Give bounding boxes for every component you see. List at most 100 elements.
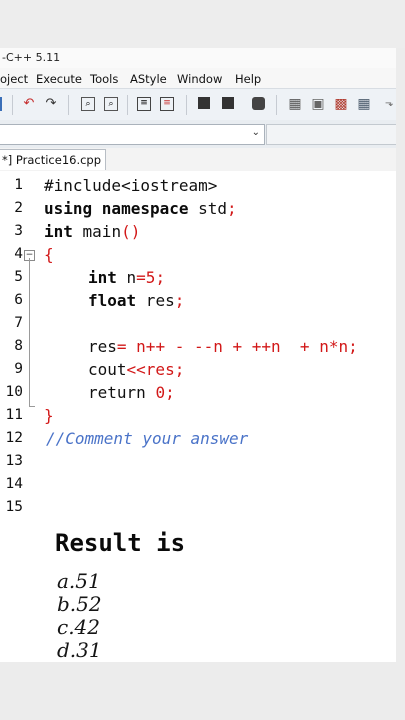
operator: =5; <box>136 268 166 287</box>
toolbar-separator <box>127 95 128 115</box>
window-title: -C++ 5.11 <box>2 51 61 64</box>
grid-icon[interactable]: ▦ <box>288 97 302 111</box>
keyword: using namespace <box>44 199 189 218</box>
combo-row: ⌄ <box>0 120 396 149</box>
line-number: 15 <box>5 499 23 515</box>
background-top <box>0 0 405 48</box>
code-text: int n=5; <box>88 267 165 289</box>
code-text: int main() <box>44 221 140 243</box>
line-number: 6 <box>14 292 23 308</box>
code-line: 10 return 0; <box>0 382 396 404</box>
class-selector[interactable] <box>266 124 396 145</box>
compile-run-icon[interactable] <box>198 97 210 109</box>
code-text: { <box>44 245 54 264</box>
comment-text: //Comment your answer <box>46 429 249 448</box>
line-number: 2 <box>14 200 23 216</box>
line-number: 3 <box>14 223 23 239</box>
line-number: 7 <box>14 315 23 331</box>
keyword: int <box>88 268 117 287</box>
code-line: 14 <box>0 474 396 496</box>
toolbar: ↶ ↷ ⌕ ⌕ ≡ ≡ ▦ ▣ ▩ ▦ ⬎ <box>0 88 396 122</box>
code-line: 13 <box>0 451 396 473</box>
code-line: 7 <box>0 313 396 335</box>
code-line: 8 res= n++ - --n + ++n + n*n; <box>0 336 396 358</box>
answer-option: d.31 <box>57 638 102 662</box>
menu-bar: oject Execute Tools AStyle Window Help <box>0 68 396 88</box>
code-line: 5 int n=5; <box>0 267 396 289</box>
code-line: 4 − { <box>0 244 396 266</box>
find-icon[interactable]: ⌕ <box>81 97 95 111</box>
operator: ; <box>174 291 185 310</box>
redo-icon[interactable]: ↷ <box>44 97 58 111</box>
rebuild-icon[interactable] <box>222 97 234 109</box>
keyword: int <box>44 222 73 241</box>
run-icon[interactable]: ≡ <box>160 97 174 111</box>
identifier: n <box>116 268 137 287</box>
code-text: return 0; <box>88 382 175 404</box>
menu-project[interactable]: oject <box>0 72 28 86</box>
line-number: 8 <box>14 338 23 354</box>
tab-bar: *] Practice16.cpp <box>0 148 396 172</box>
menu-astyle[interactable]: AStyle <box>130 72 167 86</box>
operator: ; <box>227 199 237 218</box>
code-line: 6 float res; <box>0 290 396 312</box>
chart-icon[interactable]: ▩ <box>334 97 348 111</box>
code-line: 15 <box>0 497 396 519</box>
identifier: std <box>188 199 228 218</box>
operator: () <box>121 222 141 241</box>
debug-icon[interactable] <box>252 97 265 110</box>
line-number: 14 <box>5 476 23 492</box>
identifier: res <box>88 337 117 356</box>
line-number: 4 <box>14 246 23 262</box>
more-icon[interactable]: ⬎ <box>382 97 396 111</box>
line-number: 12 <box>5 430 23 446</box>
code-line: 12 //Comment your answer <box>0 428 396 450</box>
window-icon[interactable]: ▣ <box>311 97 325 111</box>
compile-icon[interactable]: ≡ <box>137 97 151 111</box>
identifier: res <box>136 291 175 310</box>
background-bottom <box>0 662 405 720</box>
keyword: float <box>88 291 137 310</box>
answer-option: a.51 <box>57 569 101 593</box>
replace-icon[interactable]: ⌕ <box>104 97 118 111</box>
code-text: res= n++ - --n + ++n + n*n; <box>88 336 358 358</box>
code-editor[interactable]: 1 #include<iostream> 2 using namespace s… <box>0 171 396 662</box>
identifier: cout <box>88 360 127 379</box>
identifier: main <box>72 222 122 241</box>
line-number: 13 <box>5 453 23 469</box>
line-number: 10 <box>5 384 23 400</box>
code-text: #include<iostream> <box>44 176 218 195</box>
line-number: 5 <box>14 269 23 285</box>
operator: 0; <box>155 383 175 402</box>
code-text: } <box>44 406 54 425</box>
menu-window[interactable]: Window <box>177 72 222 86</box>
menu-tools[interactable]: Tools <box>90 72 118 86</box>
toolbar-edge-icon[interactable] <box>0 97 2 111</box>
chevron-down-icon: ⌄ <box>251 127 260 138</box>
line-number: 1 <box>14 177 23 193</box>
code-line: 1 #include<iostream> <box>0 175 396 197</box>
line-number: 11 <box>5 407 23 423</box>
line-number: 9 <box>14 361 23 377</box>
tab-practice16[interactable]: *] Practice16.cpp <box>0 149 107 170</box>
code-text: using namespace std; <box>44 198 237 220</box>
menu-help[interactable]: Help <box>235 72 261 86</box>
ide-window: -C++ 5.11 oject Execute Tools AStyle Win… <box>0 48 396 662</box>
code-line: 3 int main() <box>0 221 396 243</box>
undo-icon[interactable]: ↶ <box>22 97 36 111</box>
answer-option: b.52 <box>57 592 102 616</box>
toolbar-separator <box>68 95 69 115</box>
code-text: cout<<res; <box>88 359 184 381</box>
operator: <<res; <box>126 360 185 379</box>
function-selector[interactable]: ⌄ <box>0 124 265 145</box>
keyword: return <box>88 383 156 402</box>
menu-execute[interactable]: Execute <box>36 72 82 86</box>
title-bar: -C++ 5.11 <box>0 48 396 68</box>
answer-option: c.42 <box>57 615 101 639</box>
code-line: 11 } <box>0 405 396 427</box>
layout-icon[interactable]: ▦ <box>357 97 371 111</box>
code-line: 9 cout<<res; <box>0 359 396 381</box>
code-text: float res; <box>88 290 184 312</box>
expression: = n++ - --n + ++n + n*n; <box>116 337 358 356</box>
toolbar-separator <box>276 95 277 115</box>
